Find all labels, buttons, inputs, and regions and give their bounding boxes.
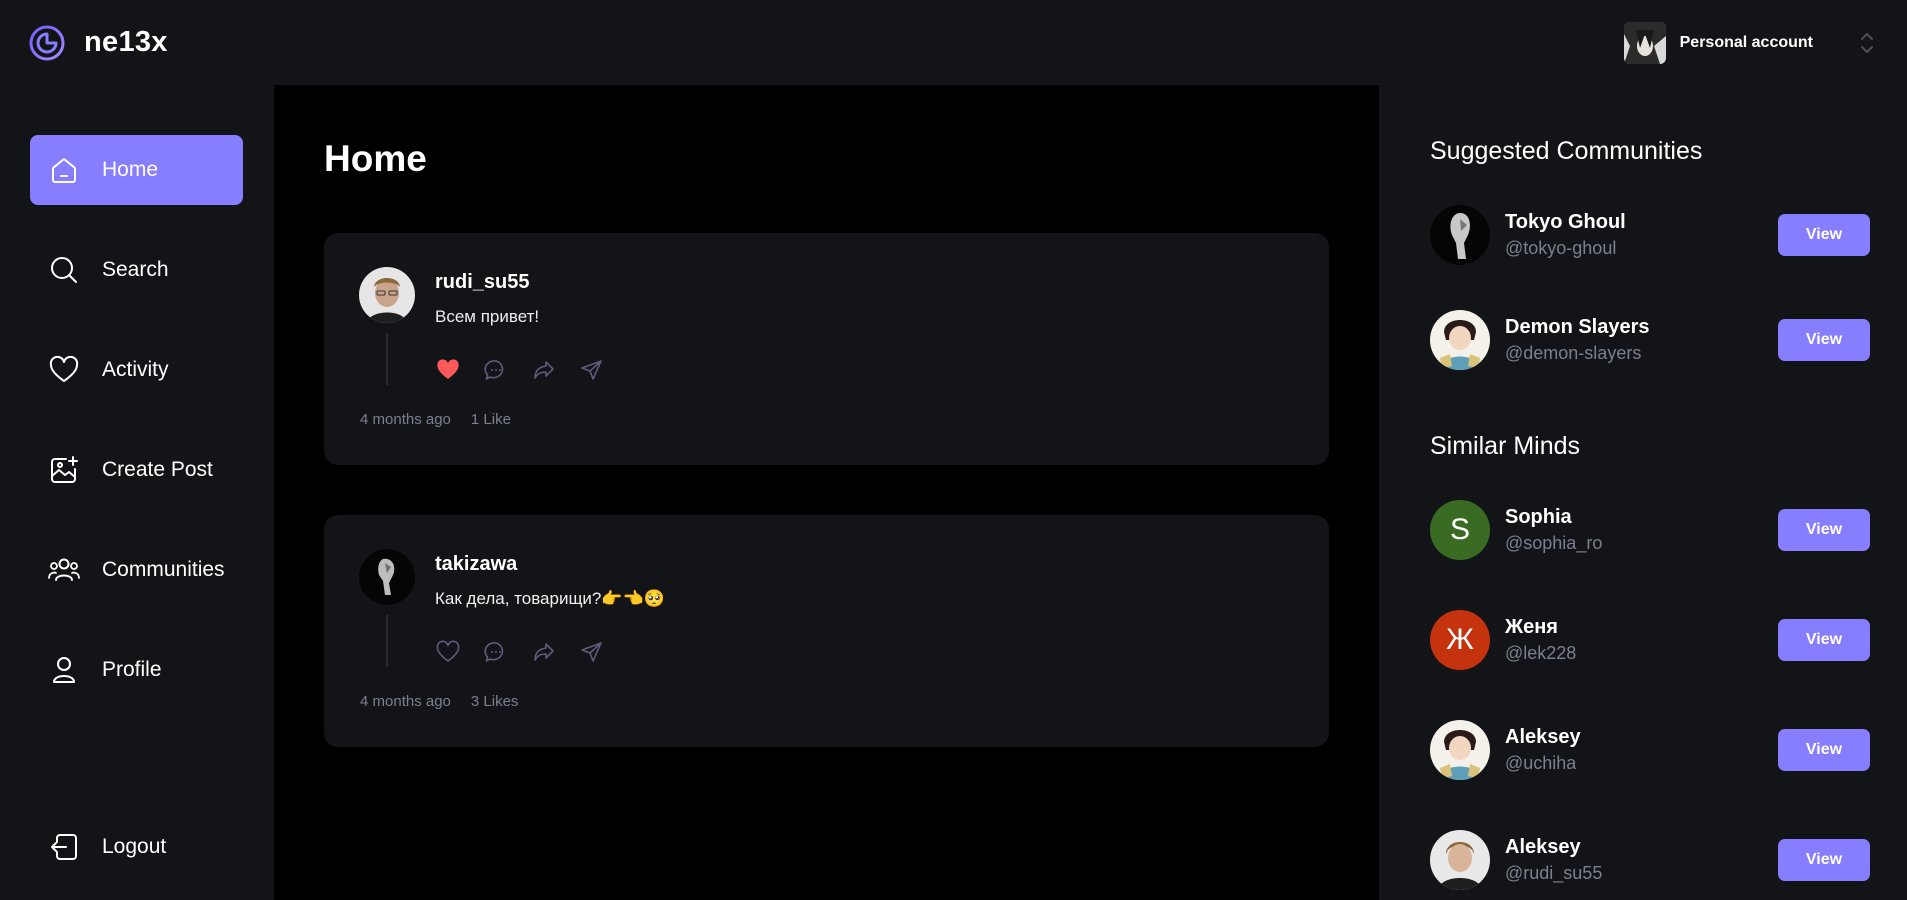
view-button[interactable]: View bbox=[1778, 619, 1870, 661]
community-item: Tokyo Ghoul @tokyo-ghoul View bbox=[1430, 205, 1870, 265]
right-sidebar: Suggested Communities Tokyo Ghoul @tokyo… bbox=[1379, 85, 1907, 900]
user-item: Aleksey @rudi_su55 View bbox=[1430, 830, 1870, 890]
nav-label: Create Post bbox=[102, 458, 213, 481]
thread-line bbox=[386, 333, 388, 385]
nav-label: Search bbox=[102, 258, 169, 281]
left-sidebar: Home Search Activity Create Post Communi… bbox=[0, 85, 274, 900]
share-icon[interactable] bbox=[579, 357, 605, 383]
view-button[interactable]: View bbox=[1778, 729, 1870, 771]
user-item: S Sophia @sophia_ro View bbox=[1430, 500, 1870, 560]
user-handle: @sophia_ro bbox=[1505, 533, 1603, 553]
nav-label: Communities bbox=[102, 558, 225, 581]
post-actions bbox=[435, 357, 605, 383]
similar-minds-title: Similar Minds bbox=[1430, 432, 1581, 460]
image-add-icon bbox=[51, 456, 78, 483]
account-switcher[interactable]: Personal account bbox=[1623, 21, 1879, 64]
logout-label: Logout bbox=[102, 835, 167, 858]
user-icon bbox=[53, 657, 75, 683]
post-time: 4 months ago bbox=[360, 411, 451, 428]
user-name: Женя bbox=[1505, 616, 1558, 638]
heart-icon[interactable] bbox=[435, 639, 461, 665]
post-likes[interactable]: 3 Likes bbox=[471, 693, 519, 710]
post-card: takizawa Как дела, товарищи?👉👈🥺 4 months… bbox=[324, 515, 1329, 747]
avatar[interactable] bbox=[1430, 830, 1490, 890]
logo-icon bbox=[29, 25, 65, 60]
nav-item-search[interactable]: Search bbox=[30, 235, 243, 305]
community-handle: @tokyo-ghoul bbox=[1505, 238, 1617, 258]
avatar[interactable] bbox=[359, 267, 415, 323]
view-button[interactable]: View bbox=[1778, 839, 1870, 881]
repost-icon[interactable] bbox=[531, 357, 557, 383]
nav-item-activity[interactable]: Activity bbox=[30, 335, 243, 405]
home-icon bbox=[52, 158, 76, 183]
view-button[interactable]: View bbox=[1778, 214, 1870, 256]
view-button[interactable]: View bbox=[1778, 509, 1870, 551]
post-likes[interactable]: 1 Like bbox=[471, 411, 511, 428]
user-item: Ж Женя @lek228 View bbox=[1430, 610, 1870, 670]
user-handle: @uchiha bbox=[1505, 753, 1577, 773]
account-label: Personal account bbox=[1679, 33, 1813, 51]
user-name: Aleksey bbox=[1505, 726, 1581, 748]
user-item: Aleksey @uchiha View bbox=[1430, 720, 1870, 780]
brand[interactable]: ne13x bbox=[28, 24, 168, 62]
comment-icon[interactable] bbox=[483, 357, 509, 383]
avatar[interactable] bbox=[1430, 720, 1490, 780]
thread-line bbox=[386, 615, 388, 667]
avatar[interactable] bbox=[359, 549, 415, 605]
nav-item-create-post[interactable]: Create Post bbox=[30, 435, 243, 505]
view-button[interactable]: View bbox=[1778, 319, 1870, 361]
suggested-communities-title: Suggested Communities bbox=[1430, 137, 1703, 165]
nav-item-communities[interactable]: Communities bbox=[30, 535, 243, 605]
nav-label: Home bbox=[102, 158, 159, 181]
comment-icon[interactable] bbox=[483, 639, 509, 665]
avatar-initial: Ж bbox=[1446, 623, 1474, 656]
post-text: Всем привет! bbox=[435, 307, 540, 326]
community-handle: @demon-slayers bbox=[1505, 343, 1642, 363]
user-name: Sophia bbox=[1505, 506, 1572, 528]
avatar[interactable] bbox=[1430, 205, 1490, 265]
chevron-up-down-icon[interactable] bbox=[1855, 28, 1879, 58]
top-bar: ne13x Personal account bbox=[0, 0, 1907, 85]
user-handle: @rudi_su55 bbox=[1505, 863, 1603, 883]
nav-item-home[interactable]: Home bbox=[30, 135, 243, 205]
main-feed: Home rudi_su55 Всем привет! 4 months ago… bbox=[274, 85, 1379, 900]
share-icon[interactable] bbox=[579, 639, 605, 665]
nav-label: Activity bbox=[102, 358, 169, 381]
avatar-initial: S bbox=[1449, 513, 1470, 546]
community-name: Tokyo Ghoul bbox=[1505, 211, 1626, 233]
heart-icon bbox=[49, 355, 79, 382]
brand-name: ne13x bbox=[84, 26, 168, 58]
avatar[interactable] bbox=[1430, 310, 1490, 370]
user-handle: @lek228 bbox=[1505, 643, 1577, 663]
logout-button[interactable]: Logout bbox=[30, 812, 243, 882]
avatar[interactable]: Ж bbox=[1430, 610, 1490, 670]
post-card: rudi_su55 Всем привет! 4 months ago 1 Li… bbox=[324, 233, 1329, 465]
post-time: 4 months ago bbox=[360, 693, 451, 710]
account-avatar bbox=[1623, 21, 1666, 64]
community-name: Demon Slayers bbox=[1505, 316, 1650, 338]
avatar[interactable]: S bbox=[1430, 500, 1490, 560]
post-meta: 4 months ago 1 Like bbox=[360, 411, 511, 428]
post-text: Как дела, товарищи?👉👈🥺 bbox=[435, 589, 665, 608]
repost-icon[interactable] bbox=[531, 639, 557, 665]
search-icon bbox=[51, 257, 77, 283]
post-meta: 4 months ago 3 Likes bbox=[360, 693, 518, 710]
logout-icon bbox=[51, 834, 77, 860]
nav-item-profile[interactable]: Profile bbox=[30, 635, 243, 705]
page-title: Home bbox=[324, 138, 427, 179]
post-actions bbox=[435, 639, 605, 665]
post-author[interactable]: rudi_su55 bbox=[435, 271, 529, 294]
community-item: Demon Slayers @demon-slayers View bbox=[1430, 310, 1870, 370]
user-name: Aleksey bbox=[1505, 836, 1581, 858]
users-icon bbox=[48, 558, 80, 581]
heart-filled-icon[interactable] bbox=[435, 357, 461, 383]
nav-label: Profile bbox=[102, 658, 162, 681]
post-author[interactable]: takizawa bbox=[435, 553, 517, 576]
